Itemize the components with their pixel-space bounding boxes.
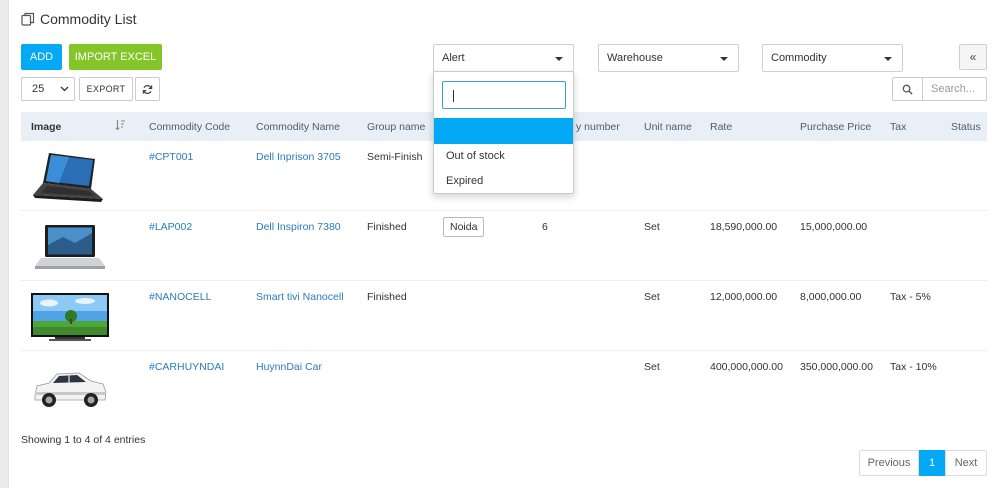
entries-info: Showing 1 to 4 of 4 entries [21, 434, 146, 446]
table-row: #CARHUYNDAI HuynnDai Car Set 400,000,000… [21, 351, 987, 421]
commodity-code-link[interactable]: #LAP002 [149, 221, 192, 233]
chevron-down-icon [60, 86, 69, 92]
commodity-name-link[interactable]: Dell Inspiron 7380 [256, 221, 341, 233]
collapse-filters-button[interactable]: « [959, 44, 987, 70]
column-header-qty[interactable]: y number [576, 121, 620, 133]
rate-cell: 18,590,000.00 [710, 221, 778, 233]
commodity-panel: Commodity List ADD IMPORT EXCEL Alert Wa… [8, 0, 1000, 488]
alert-option-out-of-stock[interactable]: Out of stock [446, 150, 505, 162]
tax-cell: Tax - 10% [890, 361, 937, 373]
commodity-filter-select[interactable]: Commodity [762, 44, 903, 72]
purchase-price-cell: 350,000,000.00 [800, 361, 873, 373]
column-header-code[interactable]: Commodity Code [149, 121, 230, 133]
commodity-filter-value: Commodity [771, 52, 827, 64]
search-icon [892, 77, 922, 101]
alert-dropdown-menu: Out of stock Expired [433, 71, 574, 194]
next-page-button[interactable]: Next [945, 450, 987, 476]
page-length-select[interactable]: 25 [21, 77, 75, 101]
unit-name-cell: Set [644, 221, 660, 233]
commodity-name-link[interactable]: HuynnDai Car [256, 361, 322, 373]
car-image [34, 372, 107, 407]
rate-cell: 400,000,000.00 [710, 361, 783, 373]
column-header-group[interactable]: Group name [367, 121, 425, 133]
alert-filter-value: Alert [442, 52, 465, 64]
table-row: #NANOCELL Smart tivi Nanocell Finished S… [21, 281, 987, 351]
refresh-icon [142, 84, 153, 94]
purchase-price-cell: 8,000,000.00 [800, 291, 862, 303]
warehouse-badge: Noida [443, 217, 485, 237]
tv-image [31, 293, 109, 341]
previous-page-button[interactable]: Previous [859, 450, 919, 476]
column-header-purchase[interactable]: Purchase Price [800, 121, 871, 133]
add-button[interactable]: ADD [21, 44, 62, 70]
commodity-code-link[interactable]: #CARHUYNDAI [149, 361, 224, 373]
alert-dropdown-search-input[interactable] [442, 81, 566, 109]
search-group: Search... [892, 77, 987, 101]
column-header-image[interactable]: Image [31, 121, 61, 133]
column-header-status[interactable]: Status [951, 121, 981, 133]
commodity-name-link[interactable]: Smart tivi Nanocell [256, 291, 344, 303]
unit-name-cell: Set [644, 291, 660, 303]
import-excel-button[interactable]: IMPORT EXCEL [69, 44, 162, 70]
page-title: Commodity List [21, 11, 136, 27]
purchase-price-cell: 15,000,000.00 [800, 221, 868, 233]
group-name-cell: Finished [367, 291, 407, 303]
column-header-unit[interactable]: Unit name [644, 121, 692, 133]
alert-option-empty[interactable] [434, 118, 573, 144]
sort-icon[interactable] [115, 119, 126, 131]
warehouse-filter-value: Warehouse [607, 52, 663, 64]
caret-down-icon [555, 57, 563, 61]
group-name-cell: Finished [367, 221, 407, 233]
alert-option-expired[interactable]: Expired [446, 175, 483, 187]
search-input[interactable]: Search... [922, 77, 987, 101]
laptop-dark-image [33, 153, 103, 202]
page-length-value: 25 [32, 83, 45, 95]
column-header-name[interactable]: Commodity Name [256, 121, 340, 133]
quantity-cell: 6 [542, 221, 548, 233]
copy-icon [21, 12, 35, 26]
column-header-rate[interactable]: Rate [710, 121, 732, 133]
warehouse-filter-select[interactable]: Warehouse [598, 44, 739, 72]
caret-down-icon [720, 57, 728, 61]
commodity-code-link[interactable]: #NANOCELL [149, 291, 211, 303]
text-cursor [453, 90, 454, 102]
group-name-cell: Semi-Finish [367, 151, 423, 163]
tax-cell: Tax - 5% [890, 291, 931, 303]
commodity-name-link[interactable]: Dell Inprison 3705 [256, 151, 341, 163]
alert-filter-select[interactable]: Alert [433, 44, 574, 72]
refresh-button[interactable] [135, 77, 160, 101]
caret-down-icon [884, 57, 892, 61]
table-row: #LAP002 Dell Inspiron 7380 Finished Noid… [21, 211, 987, 281]
commodity-code-link[interactable]: #CPT001 [149, 151, 193, 163]
pagination: Previous 1 Next [859, 450, 987, 476]
export-button[interactable]: EXPORT [79, 77, 133, 101]
column-header-tax[interactable]: Tax [890, 121, 906, 133]
laptop-silver-image [35, 225, 105, 269]
page-1-button[interactable]: 1 [919, 450, 945, 476]
rate-cell: 12,000,000.00 [710, 291, 778, 303]
page-title-text: Commodity List [40, 11, 137, 27]
unit-name-cell: Set [644, 361, 660, 373]
